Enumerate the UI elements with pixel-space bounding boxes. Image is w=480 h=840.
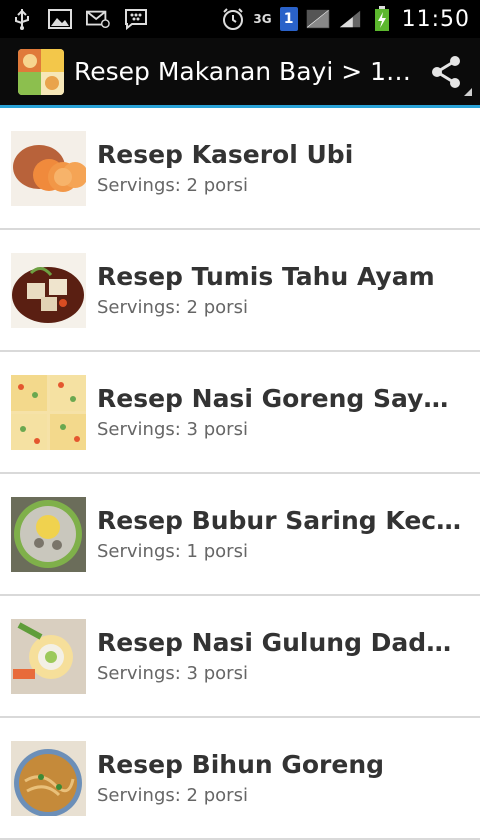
recipe-servings: Servings: 3 porsi [97,419,248,440]
recipe-title: Resep Nasi Goreng Sayuran [97,384,466,413]
bbm-icon [124,7,148,31]
recipe-servings: Servings: 2 porsi [97,785,248,806]
alarm-icon [221,7,245,31]
list-item[interactable]: Resep Nasi Gulung Dadar So… Servings: 3 … [0,596,480,718]
recipe-title: Resep Bihun Goreng [97,750,385,779]
sim-badge: 1 [279,7,298,31]
recipe-thumbnail [11,374,86,450]
recipe-thumbnail [11,130,86,206]
list-item[interactable]: Resep Nasi Goreng Sayuran Servings: 3 po… [0,352,480,474]
recipe-title: Resep Bubur Saring Kecap [97,506,466,535]
gallery-icon [48,7,72,31]
status-left-icons [10,7,148,31]
action-bar: Resep Makanan Bayi > 1… [0,38,480,108]
recipe-thumbnail [11,618,86,694]
list-item[interactable]: Resep Tumis Tahu Ayam Servings: 2 porsi [0,230,480,352]
recipe-servings: Servings: 2 porsi [97,297,248,318]
battery-charging-icon [370,6,394,31]
recipe-servings: Servings: 2 porsi [97,175,248,196]
share-icon [432,55,460,88]
list-item[interactable]: Resep Bubur Saring Kecap Servings: 1 por… [0,474,480,596]
clock: 11:50 [401,6,470,32]
signal-bars-icon [338,7,362,31]
app-icon[interactable] [18,48,64,95]
status-bar: 3G 1 11:50 [0,0,480,38]
recipe-servings: Servings: 3 porsi [97,663,248,684]
no-signal-icon [306,7,330,31]
list-item[interactable]: Resep Kaserol Ubi Servings: 2 porsi [0,108,480,230]
share-button[interactable] [426,52,472,96]
overflow-indicator [464,87,472,96]
recipe-title: Resep Kaserol Ubi [97,140,354,169]
recipe-list: Resep Kaserol Ubi Servings: 2 porsi Rese… [0,108,480,840]
recipe-title: Resep Tumis Tahu Ayam [97,262,435,291]
status-right-icons: 3G 1 11:50 [221,6,470,32]
screen-title: Resep Makanan Bayi > 1… [74,57,412,86]
recipe-thumbnail [11,252,86,328]
network-type: 3G [253,12,272,26]
usb-icon [10,7,34,31]
recipe-servings: Servings: 1 porsi [97,541,248,562]
email-icon [86,7,110,31]
recipe-thumbnail [11,496,86,572]
recipe-title: Resep Nasi Gulung Dadar So… [97,628,466,657]
recipe-thumbnail [11,740,86,816]
list-item[interactable]: Resep Bihun Goreng Servings: 2 porsi [0,718,480,840]
